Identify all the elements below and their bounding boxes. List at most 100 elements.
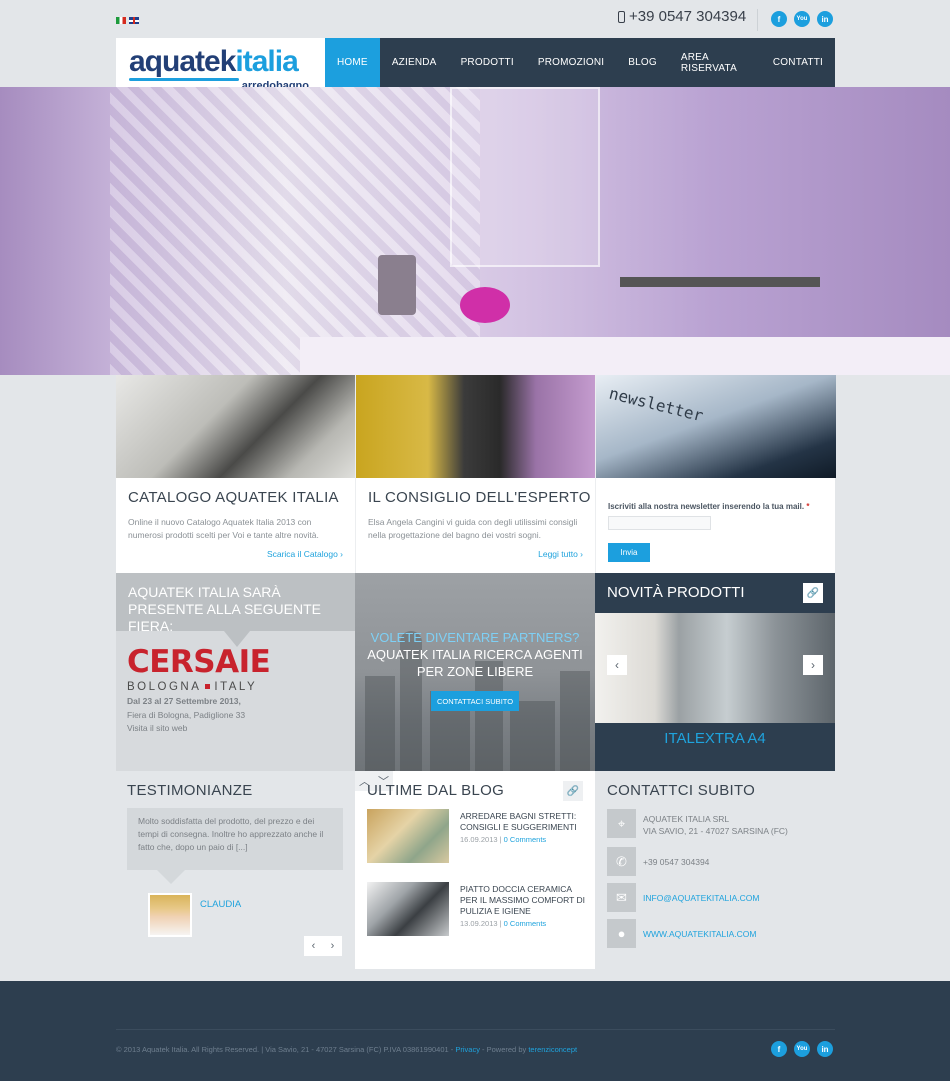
nav-area-riservata[interactable]: AREA RISERVATA xyxy=(669,38,761,87)
footer-linkedin-icon[interactable]: in xyxy=(817,1041,833,1057)
slider-next-icon[interactable]: › xyxy=(803,655,823,675)
main-navigation: HOME AZIENDA PRODOTTI PROMOZIONI BLOG AR… xyxy=(325,38,835,87)
expert-card: IL CONSIGLIO DELL'ESPERTO Elsa Angela Ca… xyxy=(355,375,596,573)
language-switcher xyxy=(116,17,139,24)
logo-part-aquatek: aquatek xyxy=(129,45,236,78)
link-icon[interactable]: 🔗 xyxy=(803,583,823,603)
blog-post-date: 16.09.2013 xyxy=(460,835,498,844)
blog-post-thumbnail[interactable] xyxy=(367,809,449,863)
footer-youtube-icon[interactable]: You xyxy=(794,1041,810,1057)
partners-line-1: AQUATEK ITALIA RICERCA AGENTI xyxy=(367,647,583,662)
blog-panel: ULTIME DAL BLOG 🔗 ARREDARE BAGNI STRETTI… xyxy=(355,771,595,969)
envelope-icon: ✉ xyxy=(607,883,636,912)
city-building xyxy=(365,676,395,771)
logo-swoosh xyxy=(129,78,239,81)
blog-post-thumbnail[interactable] xyxy=(367,882,449,936)
product-name[interactable]: ITALEXTRA A4 xyxy=(595,730,835,747)
nav-azienda[interactable]: AZIENDA xyxy=(380,38,449,87)
agency-link[interactable]: terenziconcept xyxy=(528,1045,577,1054)
cersaie-dot xyxy=(205,684,211,690)
testimonial-author: CLAUDIA xyxy=(200,899,242,910)
expert-text: Elsa Angela Cangini vi guida con degli u… xyxy=(368,517,578,540)
contact-phone: ✆ +39 0547 304394 xyxy=(607,847,709,876)
read-more-link[interactable]: Leggi tutto › xyxy=(538,549,583,559)
fair-website-link[interactable]: Visita il sito web xyxy=(127,723,187,733)
hero-orchid-pot xyxy=(378,255,416,315)
youtube-icon[interactable]: You xyxy=(794,11,810,27)
footer-copyright: © 2013 Aquatek Italia. All Rights Reserv… xyxy=(116,1045,577,1054)
testimonial-quote: Molto soddisfatta del prodotto, del prez… xyxy=(127,808,343,870)
copyright-text: © 2013 Aquatek Italia. All Rights Reserv… xyxy=(116,1045,454,1054)
partners-line-2: PER ZONE LIBERE xyxy=(416,664,534,679)
city-building xyxy=(510,701,555,771)
chevron-left-icon[interactable]: ‹ xyxy=(304,936,323,956)
newsletter-submit-button[interactable]: Invia xyxy=(608,543,650,562)
contact-email-link[interactable]: INFO@AQUATEKITALIA.COM xyxy=(643,883,759,904)
new-products-slider: NOVITÀ PRODOTTI 🔗 ‹ › ITALEXTRA A4 xyxy=(595,573,835,771)
blog-post-title[interactable]: PIATTO DOCCIA CERAMICA PER IL MASSIMO CO… xyxy=(460,884,585,917)
blog-post-title[interactable]: ARREDARE BAGNI STRETTI: CONSIGLI E SUGGE… xyxy=(460,811,585,833)
english-flag-icon[interactable] xyxy=(129,17,139,24)
blog-post-date: 13.09.2013 xyxy=(460,919,498,928)
nav-home[interactable]: HOME xyxy=(325,38,380,87)
nav-contatti[interactable]: CONTATTI xyxy=(761,38,835,87)
chevron-right-icon[interactable]: › xyxy=(323,936,342,956)
city-building xyxy=(560,671,590,771)
contact-email: ✉ INFO@AQUATEKITALIA.COM xyxy=(607,883,759,912)
fair-card: AQUATEK ITALIA SARÀ PRESENTE ALLA SEGUEN… xyxy=(116,573,355,771)
fair-date: Dal 23 al 27 Settembre 2013, xyxy=(127,696,241,706)
newsletter-image: newsletter xyxy=(596,375,836,478)
header-phone-number: +39 0547 304394 xyxy=(629,8,747,25)
blog-title: ULTIME DAL BLOG xyxy=(367,782,505,799)
hero-banner-image xyxy=(0,87,950,375)
catalog-title: CATALOGO AQUATEK ITALIA xyxy=(128,489,339,506)
newsletter-label: Iscriviti alla nostra newsletter inseren… xyxy=(608,502,809,511)
blog-post-comments[interactable]: 0 Comments xyxy=(504,835,547,844)
nav-promozioni[interactable]: PROMOZIONI xyxy=(526,38,616,87)
phone-icon: ✆ xyxy=(607,847,636,876)
map-pin-icon: ⌖ xyxy=(607,809,636,838)
fair-title: AQUATEK ITALIA SARÀ PRESENTE ALLA SEGUEN… xyxy=(128,584,321,634)
cersaie-city: BOLOGNA xyxy=(127,681,202,693)
linkedin-icon[interactable]: in xyxy=(817,11,833,27)
hero-vase xyxy=(460,287,510,323)
download-catalog-link[interactable]: Scarica il Catalogo › xyxy=(267,549,343,559)
partners-banner: VOLETE DIVENTARE PARTNERS? AQUATEK ITALI… xyxy=(355,573,595,771)
contact-website: ● WWW.AQUATEKITALIA.COM xyxy=(607,919,757,948)
nav-blog[interactable]: BLOG xyxy=(616,38,669,87)
contact-phone-number: +39 0547 304394 xyxy=(643,857,710,867)
cersaie-logo[interactable]: CERSAIE xyxy=(127,647,271,678)
footer-facebook-icon[interactable]: f xyxy=(771,1041,787,1057)
blog-post-meta: 13.09.2013 | 0 Comments xyxy=(460,919,547,928)
avatar xyxy=(148,893,192,937)
catalog-card: CATALOGO AQUATEK ITALIA Online il nuovo … xyxy=(116,375,356,573)
contact-website-link[interactable]: WWW.AQUATEKITALIA.COM xyxy=(643,919,757,940)
globe-icon: ● xyxy=(607,919,636,948)
top-separator xyxy=(757,9,758,31)
contact-us-button[interactable]: CONTATTACI SUBITO xyxy=(431,691,519,711)
blog-post-meta: 16.09.2013 | 0 Comments xyxy=(460,835,547,844)
nav-prodotti[interactable]: PRODOTTI xyxy=(449,38,526,87)
slider-prev-icon[interactable]: ‹ xyxy=(607,655,627,675)
required-mark: * xyxy=(806,502,810,511)
new-products-title: NOVITÀ PRODOTTI xyxy=(607,584,745,601)
contacts-title: CONTATTCI SUBITO xyxy=(607,782,756,799)
catalog-text: Online il nuovo Catalogo Aquatek Italia … xyxy=(128,517,319,540)
hero-faucet xyxy=(620,277,820,287)
catalog-image[interactable] xyxy=(116,375,356,478)
product-image[interactable] xyxy=(595,613,835,723)
company-name: AQUATEK ITALIA SRL xyxy=(643,814,730,824)
testimonial-pager: ‹ › xyxy=(304,936,342,956)
link-icon[interactable]: 🔗 xyxy=(563,781,583,801)
testimonials-title: TESTIMONIANZE xyxy=(127,782,253,799)
logo-wordmark: aquatekitalia xyxy=(129,45,299,78)
powered-by-text: - Powered by xyxy=(482,1045,527,1054)
expert-photo[interactable] xyxy=(356,375,596,478)
facebook-icon[interactable]: f xyxy=(771,11,787,27)
blog-post-comments[interactable]: 0 Comments xyxy=(504,919,547,928)
cersaie-logo-subtitle: BOLOGNA ITALY xyxy=(127,681,257,693)
italian-flag-icon[interactable] xyxy=(116,17,126,24)
mobile-phone-icon xyxy=(618,10,625,23)
newsletter-email-input[interactable] xyxy=(608,516,711,530)
privacy-link[interactable]: Privacy xyxy=(455,1045,480,1054)
